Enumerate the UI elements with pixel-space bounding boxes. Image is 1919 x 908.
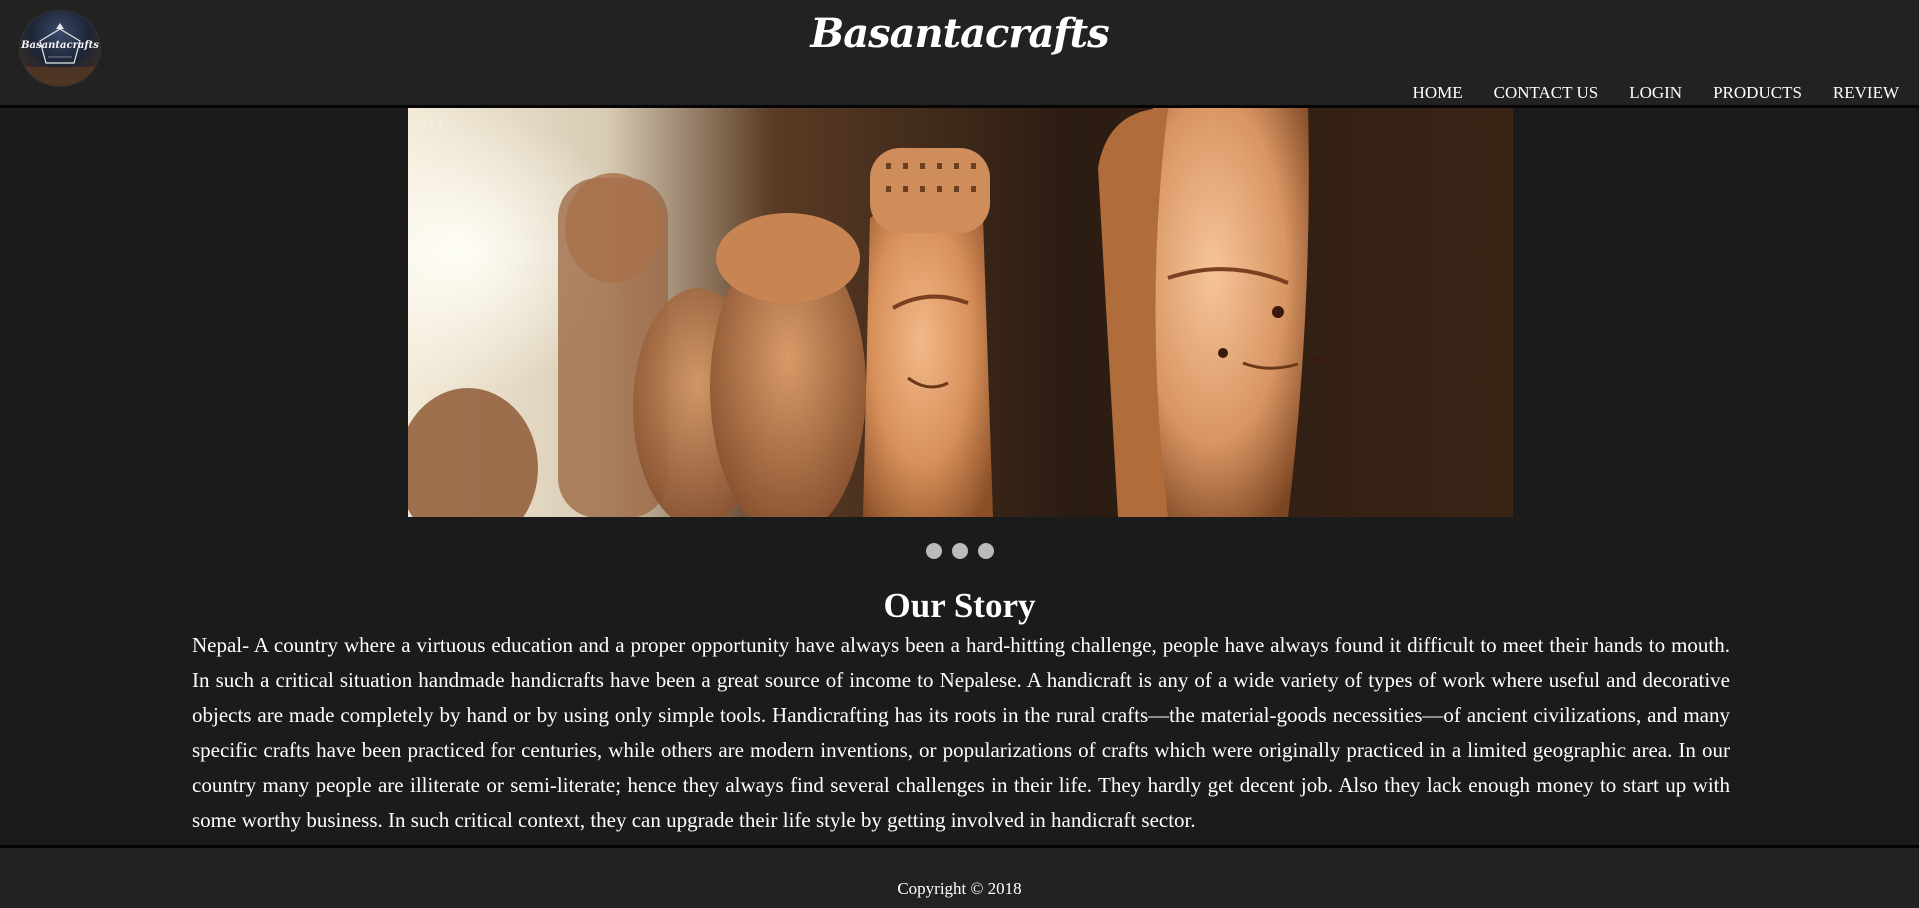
site-footer: Copyright © 2018 (0, 845, 1919, 908)
main-nav: HOME CONTACT US LOGIN PRODUCTS REVIEW (1382, 83, 1899, 103)
slide-dot-2[interactable] (952, 543, 968, 559)
copyright-text: Copyright © 2018 (897, 879, 1022, 898)
slide-dot-3[interactable] (978, 543, 994, 559)
slide-image-buddha-heads (408, 108, 1513, 517)
hero-slideshow[interactable]: 3 / 3 (408, 108, 1513, 517)
story-heading: Our Story (883, 586, 1036, 625)
site-header: Basantacrafts Basantacrafts HOME CONTACT… (0, 0, 1919, 108)
slide-dot-1[interactable] (926, 543, 942, 559)
slideshow-dots (926, 543, 1004, 559)
slide-counter: 3 / 3 (421, 118, 443, 130)
site-title: Basantacrafts (810, 10, 1109, 57)
story-paragraph: Nepal- A country where a virtuous educat… (192, 633, 1730, 832)
nav-products-link[interactable]: PRODUCTS (1713, 83, 1802, 103)
nav-contact-link[interactable]: CONTACT US (1494, 83, 1599, 103)
nav-review-link[interactable]: REVIEW (1833, 83, 1899, 103)
nav-home-link[interactable]: HOME (1413, 83, 1463, 103)
nav-login-link[interactable]: LOGIN (1629, 83, 1682, 103)
